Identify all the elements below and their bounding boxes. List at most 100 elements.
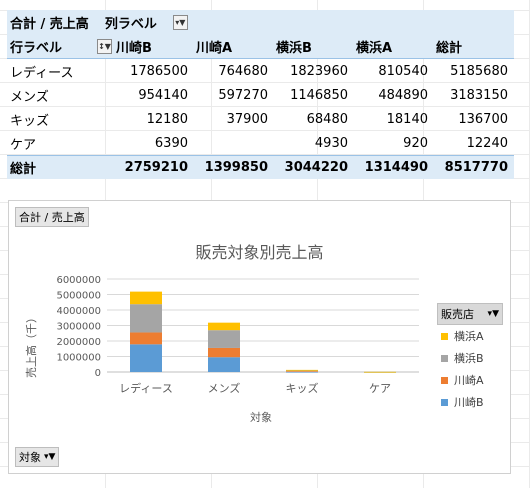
value-cell: 68480	[306, 111, 348, 127]
y-tick-label: 0	[95, 368, 101, 379]
bar-segment[interactable]	[208, 322, 240, 331]
value-cell: 484890	[378, 87, 428, 103]
value-cell: 1823960	[290, 63, 348, 79]
x-tick-label: ケア	[369, 382, 391, 395]
value-cell: 12180	[146, 111, 188, 127]
legend-filter-icon[interactable]: ▾▼	[488, 309, 499, 319]
x-tick-labels: レディース メンズ キッズ ケア	[119, 381, 391, 395]
bar-segment[interactable]	[130, 344, 162, 372]
pivot-row: キッズ 12180 37900 68480 18140 136700	[7, 107, 514, 131]
row-label: キッズ	[10, 113, 50, 129]
bar-segment[interactable]	[286, 369, 318, 371]
row-label: ケア	[10, 137, 37, 153]
bar-segment[interactable]	[130, 332, 162, 345]
column-header: 総計	[436, 40, 463, 56]
legend-label: 横浜B	[454, 352, 484, 365]
total-label: 総計	[10, 162, 37, 177]
row-label: メンズ	[10, 89, 49, 105]
pivot-header-row: 合計 / 売上高 列ラベル ▾▼	[7, 10, 514, 34]
column-header: 横浜B	[276, 40, 312, 56]
value-field-button[interactable]: 合計 / 売上高	[15, 207, 89, 227]
x-tick-label: キッズ	[286, 381, 319, 395]
legend-label: 川崎A	[454, 374, 484, 387]
total-cell: 3044220	[284, 160, 348, 175]
value-cell: 954140	[138, 87, 188, 103]
axis-field-button[interactable]: 対象 ▾▼	[15, 447, 60, 467]
legend-item: 川崎B	[437, 391, 503, 413]
pivot-total-row: 総計 2759210 1399850 3044220 1314490 85177…	[7, 155, 514, 179]
total-cell: 1399850	[204, 160, 268, 175]
legend-item: 横浜B	[437, 347, 503, 369]
legend-label: 川崎B	[454, 396, 484, 409]
value-cell: 18140	[386, 111, 428, 127]
pivot-table: 合計 / 売上高 列ラベル ▾▼ 行ラベル ↕▼ 川崎B 川崎A 横浜B 横浜A…	[7, 10, 514, 179]
value-cell: 12240	[466, 135, 508, 151]
row-filter-icon[interactable]: ↕▼	[97, 38, 112, 54]
bar-segment[interactable]	[286, 371, 318, 373]
value-cell: 3183150	[450, 87, 508, 103]
legend-item: 横浜A	[437, 325, 503, 347]
value-cell: 5185680	[450, 63, 508, 79]
legend-label: 横浜A	[454, 330, 484, 343]
column-filter-icon[interactable]: ▾▼	[172, 14, 188, 30]
pivot-row: メンズ 954140 597270 1146850 484890 3183150	[7, 83, 514, 107]
column-header: 横浜A	[356, 40, 393, 56]
value-cell: 136700	[458, 111, 508, 127]
legend-title: 販売店	[441, 308, 474, 321]
legend-field-button[interactable]: 販売店 ▾▼	[437, 303, 503, 325]
value-field-label: 合計 / 売上高	[19, 211, 85, 224]
value-cell: 37900	[226, 111, 268, 127]
legend-swatch	[441, 376, 448, 384]
pivot-value-label: 合計 / 売上高	[10, 16, 89, 32]
value-cell: 764680	[218, 63, 268, 79]
legend: 販売店 ▾▼ 横浜A 横浜B 川崎A 川崎B	[437, 303, 503, 413]
legend-swatch	[441, 354, 448, 362]
x-axis-label: 対象	[250, 410, 272, 424]
total-cell: 1314490	[364, 160, 428, 175]
legend-items: 横浜A 横浜B 川崎A 川崎B	[437, 325, 503, 413]
y-tick-label: 1000000	[56, 353, 101, 364]
legend-item: 川崎A	[437, 369, 503, 391]
axis-field-label: 対象	[19, 451, 41, 464]
y-axis-label: 売上高（千）	[24, 312, 38, 378]
y-tick-label: 3000000	[56, 322, 101, 333]
x-tick-label: メンズ	[208, 381, 241, 395]
y-tick-label: 4000000	[56, 306, 101, 317]
axis-filter-icon[interactable]: ▾▼	[44, 452, 55, 462]
pivot-columns-row: 行ラベル ↕▼ 川崎B 川崎A 横浜B 横浜A 総計	[7, 34, 514, 59]
column-labels-header: 列ラベル	[104, 16, 157, 32]
chart-plot: 0 1000000 2000000 3000000 4000000 5000000 6000…	[24, 275, 419, 424]
legend-swatch	[441, 398, 448, 406]
value-cell: 1146850	[290, 87, 348, 103]
value-cell: 597270	[218, 87, 268, 103]
pivot-row: ケア 6390 4930 920 12240	[7, 131, 514, 155]
total-cell: 8517770	[444, 160, 508, 175]
pivot-chart[interactable]: 合計 / 売上高 販売対象別売上高 0 1000000 2000000 3000000…	[8, 200, 511, 474]
legend-swatch	[441, 332, 448, 340]
y-tick-label: 2000000	[56, 337, 101, 348]
bar-segment[interactable]	[130, 291, 162, 305]
value-cell: 920	[403, 135, 428, 151]
bar-segment[interactable]	[364, 371, 396, 373]
bar-segment[interactable]	[208, 330, 240, 348]
total-cell: 2759210	[124, 160, 188, 175]
x-tick-label: レディース	[119, 381, 173, 395]
column-header: 川崎B	[116, 40, 152, 56]
y-tick-label: 6000000	[56, 275, 101, 286]
y-tick-labels: 0 1000000 2000000 3000000 4000000 5000000 6000…	[56, 275, 101, 379]
bar-segment[interactable]	[208, 357, 240, 372]
row-labels-text: 行ラベル	[10, 40, 63, 56]
value-cell: 810540	[378, 63, 428, 79]
pivot-header: 合計 / 売上高 列ラベル ▾▼	[7, 13, 188, 32]
value-cell: 6390	[154, 135, 188, 151]
pivot-row: レディース 1786500 764680 1823960 810540 5185…	[7, 59, 514, 83]
value-cell: 1786500	[130, 63, 188, 79]
row-labels-header: 行ラベル ↕▼	[7, 37, 114, 56]
bar-segment[interactable]	[208, 347, 240, 358]
row-label: レディース	[10, 65, 74, 81]
column-header: 川崎A	[196, 40, 233, 56]
y-tick-label: 5000000	[56, 291, 101, 302]
bar-series	[130, 291, 396, 373]
bar-segment[interactable]	[130, 304, 162, 333]
value-cell: 4930	[314, 135, 348, 151]
